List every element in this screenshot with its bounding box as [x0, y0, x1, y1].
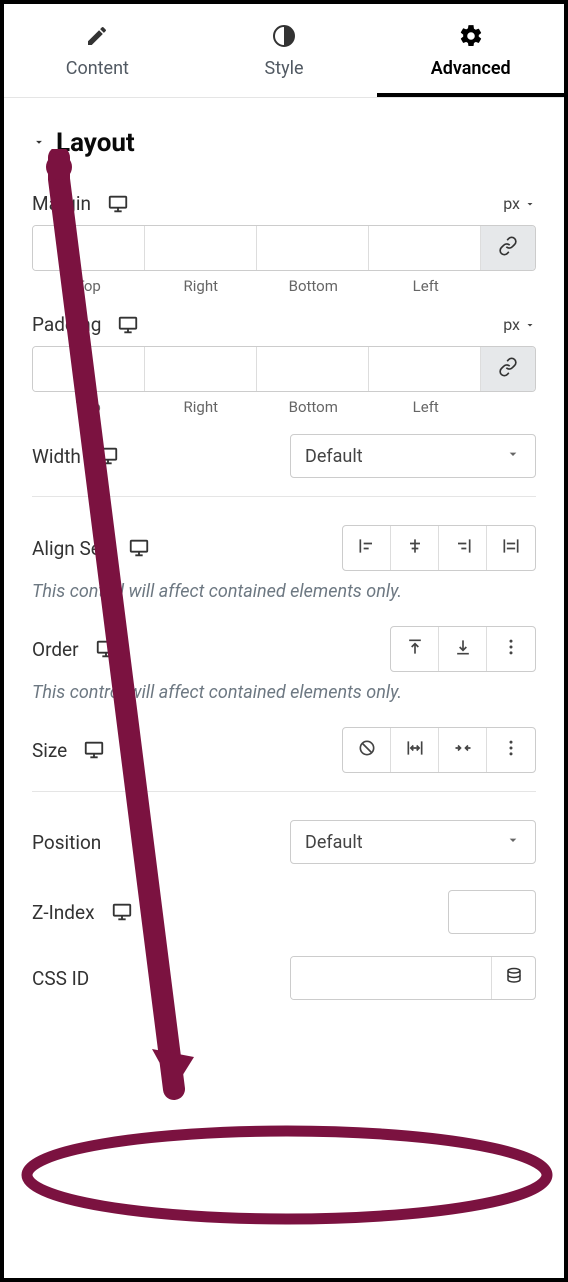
more-vertical-icon — [501, 738, 521, 762]
sublabel: Left — [370, 398, 483, 416]
desktop-icon[interactable] — [111, 901, 133, 923]
annotation-ellipse — [18, 1124, 556, 1226]
desktop-icon[interactable] — [97, 445, 119, 467]
caret-down-icon — [505, 832, 521, 853]
position-label: Position — [32, 831, 101, 854]
desktop-icon[interactable] — [117, 314, 139, 336]
size-none-button[interactable] — [343, 728, 391, 772]
size-label: Size — [32, 739, 67, 762]
sublabel: Left — [370, 277, 483, 295]
sublabel: Right — [145, 398, 258, 416]
padding-link-button[interactable] — [481, 347, 535, 391]
sublabel: Right — [145, 277, 258, 295]
width-label: Width — [32, 445, 81, 468]
contrast-icon — [191, 22, 378, 50]
chevron-down-icon — [32, 134, 46, 153]
padding-bottom-input[interactable] — [257, 347, 369, 391]
desktop-icon[interactable] — [107, 193, 129, 215]
link-icon — [498, 357, 518, 381]
align-center-icon — [405, 536, 425, 560]
tab-advanced[interactable]: Advanced — [377, 4, 564, 97]
cssid-label: CSS ID — [32, 967, 89, 990]
more-vertical-icon — [501, 637, 521, 661]
margin-link-button[interactable] — [481, 226, 535, 270]
alignself-note: This control will affect contained eleme… — [32, 581, 536, 602]
section-header-layout[interactable]: Layout — [32, 128, 536, 158]
grow-icon — [405, 738, 425, 762]
zindex-label: Z-Index — [32, 901, 95, 924]
sublabel: Bottom — [257, 398, 370, 416]
margin-label: Margin — [32, 192, 91, 215]
desktop-icon[interactable] — [95, 638, 117, 660]
shrink-icon — [453, 738, 473, 762]
order-last-button[interactable] — [439, 627, 487, 671]
margin-bottom-input[interactable] — [257, 226, 369, 270]
cssid-dynamic-button[interactable] — [491, 957, 535, 999]
database-icon — [505, 967, 523, 989]
tab-label: Advanced — [431, 58, 511, 79]
position-select[interactable]: Default — [290, 820, 536, 864]
padding-left-input[interactable] — [369, 347, 481, 391]
sublabel: Top — [32, 398, 145, 416]
padding-right-input[interactable] — [145, 347, 257, 391]
padding-unit-select[interactable]: px — [503, 315, 536, 334]
arrow-to-top-icon — [405, 637, 425, 661]
sublabel: Top — [32, 277, 145, 295]
none-icon — [357, 738, 377, 762]
margin-unit-select[interactable]: px — [503, 194, 536, 213]
align-start-button[interactable] — [343, 526, 391, 570]
width-select[interactable]: Default — [290, 434, 536, 478]
tab-label: Style — [265, 58, 304, 79]
margin-left-input[interactable] — [369, 226, 481, 270]
size-more-button[interactable] — [487, 728, 535, 772]
align-end-button[interactable] — [439, 526, 487, 570]
tab-label: Content — [66, 58, 129, 79]
order-first-button[interactable] — [391, 627, 439, 671]
tab-style[interactable]: Style — [191, 4, 378, 97]
zindex-input[interactable] — [448, 890, 536, 934]
arrow-to-bottom-icon — [453, 637, 473, 661]
order-label: Order — [32, 638, 79, 661]
size-grow-button[interactable] — [391, 728, 439, 772]
cssid-input[interactable] — [291, 957, 491, 999]
desktop-icon[interactable] — [83, 739, 105, 761]
select-value: Default — [305, 446, 363, 467]
desktop-icon[interactable] — [128, 537, 150, 559]
unit-text: px — [503, 194, 520, 213]
align-start-icon — [357, 536, 377, 560]
sublabel: Bottom — [257, 277, 370, 295]
unit-text: px — [503, 315, 520, 334]
pencil-icon — [4, 22, 191, 50]
margin-right-input[interactable] — [145, 226, 257, 270]
order-more-button[interactable] — [487, 627, 535, 671]
padding-label: Padding — [32, 313, 101, 336]
select-value: Default — [305, 832, 363, 853]
align-center-button[interactable] — [391, 526, 439, 570]
alignself-label: Align Self — [32, 537, 112, 560]
link-icon — [498, 236, 518, 260]
section-title: Layout — [56, 128, 135, 158]
caret-down-icon — [505, 446, 521, 467]
align-end-icon — [453, 536, 473, 560]
align-stretch-button[interactable] — [487, 526, 535, 570]
gear-icon — [377, 22, 564, 50]
align-stretch-icon — [501, 536, 521, 560]
tab-content[interactable]: Content — [4, 4, 191, 97]
order-note: This control will affect contained eleme… — [32, 682, 536, 703]
size-shrink-button[interactable] — [439, 728, 487, 772]
margin-top-input[interactable] — [33, 226, 145, 270]
padding-top-input[interactable] — [33, 347, 145, 391]
